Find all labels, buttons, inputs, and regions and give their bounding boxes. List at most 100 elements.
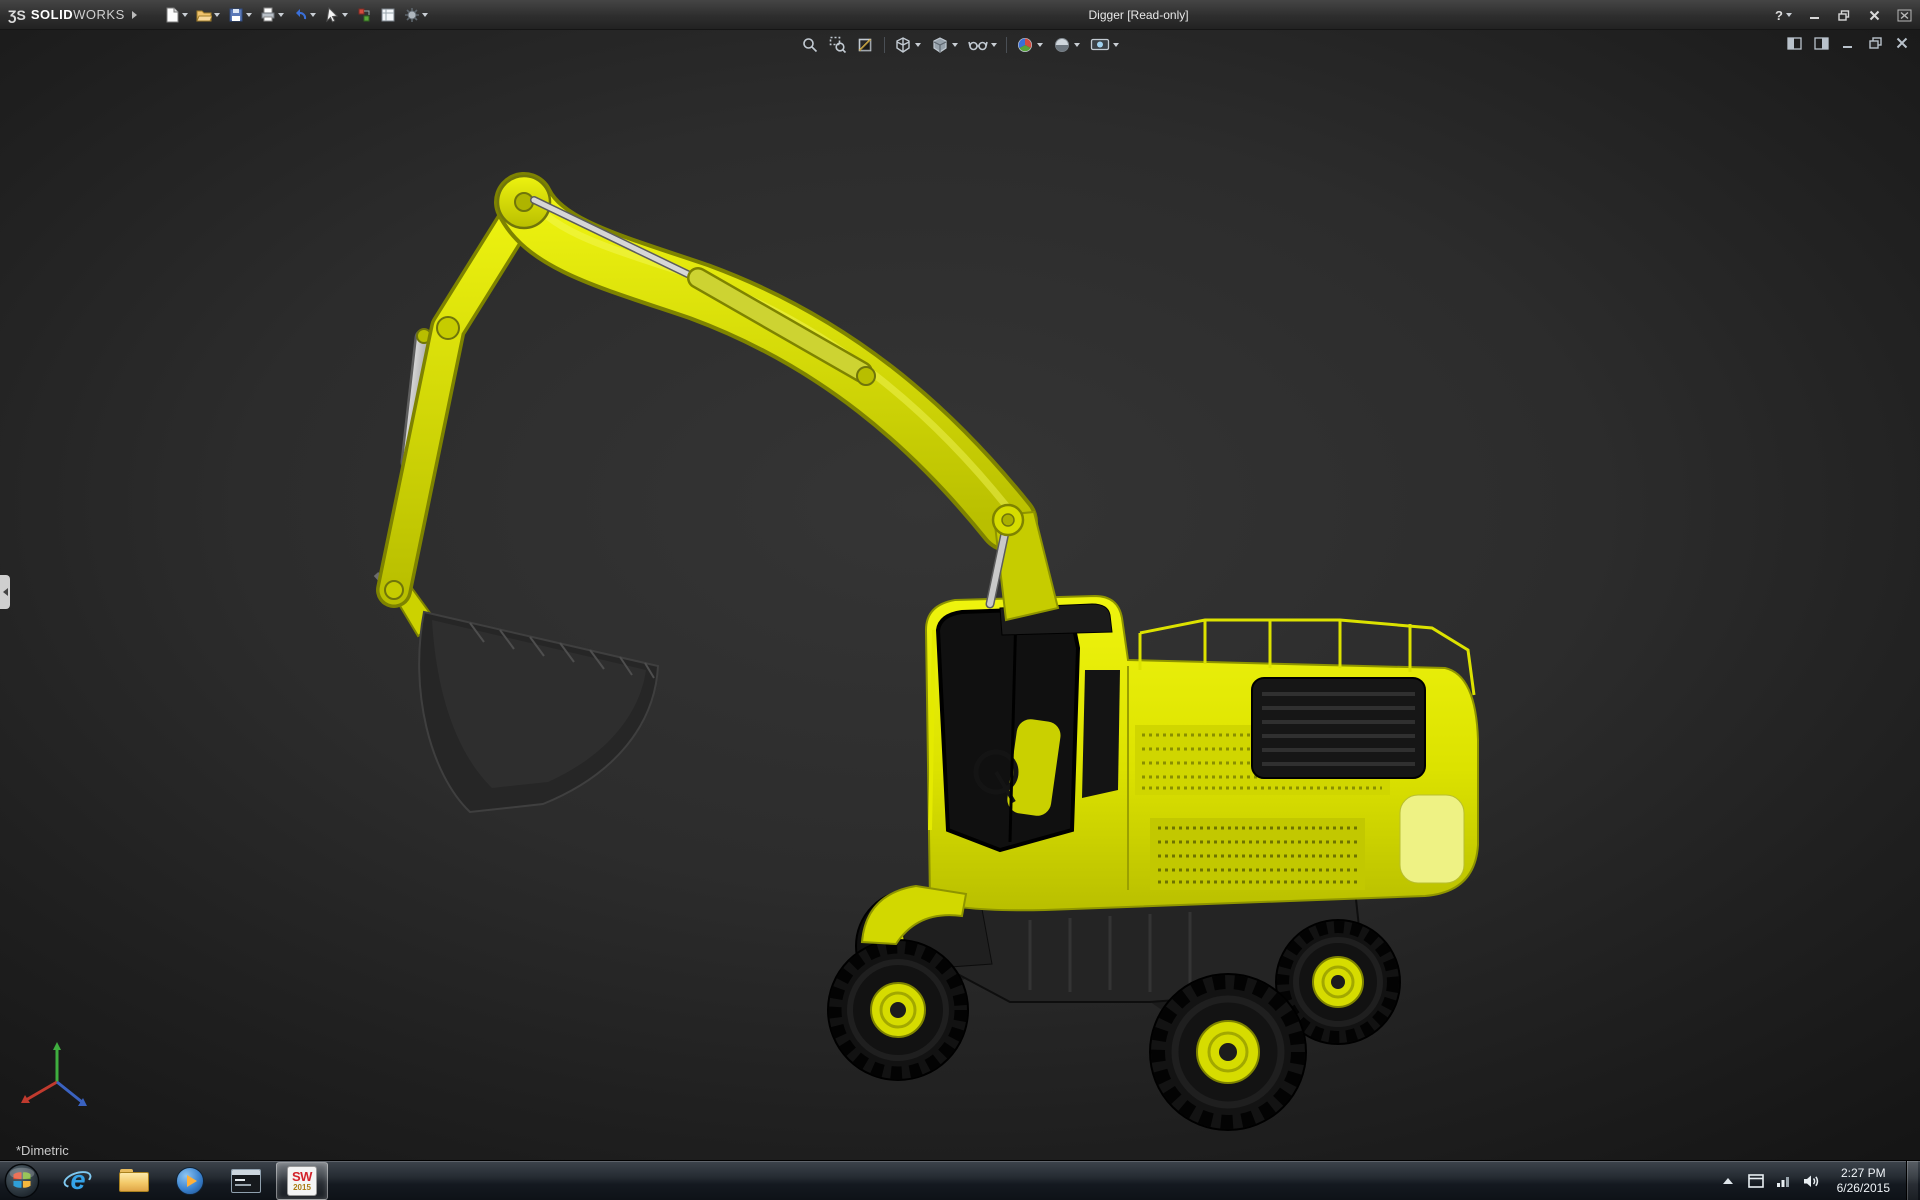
- brand-bold: SOLID: [31, 7, 73, 22]
- excavator-model[interactable]: [0, 30, 1920, 1160]
- dropdown-caret[interactable]: [915, 43, 921, 47]
- display-style-icon: [931, 36, 949, 54]
- dropdown-caret[interactable]: [214, 13, 220, 17]
- help-button[interactable]: ?: [1771, 6, 1796, 25]
- chevron-up-icon: [1723, 1178, 1733, 1184]
- view-settings-button[interactable]: [1087, 34, 1122, 56]
- dropdown-caret[interactable]: [342, 13, 348, 17]
- select-button[interactable]: [321, 5, 351, 25]
- engine-vent: [1252, 678, 1425, 778]
- clock-date: 6/26/2015: [1837, 1181, 1890, 1196]
- menu-expand-icon[interactable]: [132, 11, 137, 19]
- viewport-3d[interactable]: *Dimetric: [0, 30, 1920, 1160]
- document-close-button[interactable]: [1892, 35, 1912, 51]
- undo-button[interactable]: [289, 5, 319, 25]
- boom-arm[interactable]: [498, 176, 1008, 522]
- zoom-to-fit-button[interactable]: [798, 34, 822, 56]
- new-document-icon: [164, 7, 180, 23]
- show-desktop-button[interactable]: [1906, 1161, 1918, 1200]
- taskbar-internet-explorer[interactable]: e: [52, 1162, 104, 1200]
- close-app-button[interactable]: [1892, 6, 1916, 24]
- minimize-button[interactable]: [1802, 6, 1826, 24]
- windows-start-icon: [3, 1162, 41, 1200]
- cab-side-window: [1082, 670, 1120, 798]
- pane-right-button[interactable]: [1811, 35, 1831, 51]
- solidworks-app-icon: SW 2015: [287, 1166, 317, 1196]
- dropdown-caret[interactable]: [1113, 43, 1119, 47]
- main-toolbar: [161, 5, 431, 25]
- taskbar-clock[interactable]: 2:27 PM 6/26/2015: [1831, 1166, 1896, 1196]
- close-box-icon: [1897, 9, 1912, 22]
- bucket[interactable]: [419, 612, 658, 812]
- rebuild-button[interactable]: [353, 5, 375, 25]
- clock-time: 2:27 PM: [1837, 1166, 1890, 1181]
- dropdown-caret[interactable]: [182, 13, 188, 17]
- document-minimize-button[interactable]: [1838, 35, 1858, 51]
- dropdown-caret[interactable]: [1074, 43, 1080, 47]
- taskbar-command-window[interactable]: [220, 1162, 272, 1200]
- solidworks-logo[interactable]: ƷS SOLIDWORKS: [0, 0, 147, 29]
- undo-icon: [292, 7, 308, 23]
- volume-button[interactable]: [1803, 1172, 1821, 1190]
- print-button[interactable]: [257, 5, 287, 25]
- titlebar-controls: ?: [1771, 0, 1916, 30]
- stick-arm[interactable]: [385, 206, 524, 599]
- tray-expand-button[interactable]: [1719, 1172, 1737, 1190]
- zoom-to-area-button[interactable]: [826, 34, 850, 56]
- close-button[interactable]: [1862, 6, 1886, 24]
- options-gear-icon: [404, 7, 420, 23]
- view-cube-icon: [894, 36, 912, 54]
- zoom-to-fit-icon: [801, 36, 819, 54]
- dropdown-caret[interactable]: [1037, 43, 1043, 47]
- section-view-icon: [857, 36, 875, 54]
- dropdown-caret[interactable]: [1786, 13, 1792, 17]
- help-icon: ?: [1775, 8, 1783, 23]
- start-button[interactable]: [0, 1161, 44, 1200]
- wheel-front-right[interactable]: [1150, 974, 1306, 1130]
- network-button[interactable]: [1775, 1172, 1793, 1190]
- file-properties-icon: [380, 7, 396, 23]
- taskbar-media-player[interactable]: [164, 1162, 216, 1200]
- print-icon: [260, 7, 276, 23]
- scene-sphere-icon: [1053, 36, 1071, 54]
- orientation-triad: [12, 1040, 104, 1124]
- toolbar-separator: [884, 37, 885, 53]
- dropdown-caret[interactable]: [952, 43, 958, 47]
- minimize-icon: [1842, 38, 1854, 49]
- save-icon: [228, 7, 244, 23]
- restore-button[interactable]: [1832, 6, 1856, 24]
- featuremanager-collapsed-tab[interactable]: [0, 575, 10, 609]
- taskbar-file-explorer[interactable]: [108, 1162, 160, 1200]
- headsup-toolbar: [798, 34, 1122, 56]
- display-style-button[interactable]: [928, 34, 961, 56]
- edit-appearance-button[interactable]: [1013, 34, 1046, 56]
- new-document-button[interactable]: [161, 5, 191, 25]
- view-orientation-button[interactable]: [891, 34, 924, 56]
- dropdown-caret[interactable]: [310, 13, 316, 17]
- network-icon: [1776, 1174, 1792, 1188]
- open-button[interactable]: [193, 5, 223, 25]
- hide-show-items-button[interactable]: [965, 34, 1000, 56]
- dropdown-caret[interactable]: [278, 13, 284, 17]
- close-icon: [1869, 10, 1880, 21]
- dropdown-caret[interactable]: [991, 43, 997, 47]
- internet-explorer-icon: e: [63, 1166, 93, 1196]
- file-properties-button[interactable]: [377, 5, 399, 25]
- section-view-button[interactable]: [854, 34, 878, 56]
- dropdown-caret[interactable]: [422, 13, 428, 17]
- apply-scene-button[interactable]: [1050, 34, 1083, 56]
- wheel-front-left[interactable]: [828, 940, 968, 1080]
- system-tray: 2:27 PM 6/26/2015: [1719, 1161, 1920, 1200]
- pane-left-button[interactable]: [1784, 35, 1804, 51]
- solidworks-window: ƷS SOLIDWORKS: [0, 0, 1920, 1200]
- zoom-to-area-icon: [829, 36, 847, 54]
- options-button[interactable]: [401, 5, 431, 25]
- boom-cylinder[interactable]: [534, 200, 875, 385]
- restore-icon: [1869, 37, 1882, 49]
- tray-app-button[interactable]: [1747, 1172, 1765, 1190]
- save-button[interactable]: [225, 5, 255, 25]
- document-restore-button[interactable]: [1865, 35, 1885, 51]
- taskbar-solidworks[interactable]: SW 2015: [276, 1162, 328, 1200]
- chevron-left-icon: [3, 588, 8, 596]
- dropdown-caret[interactable]: [246, 13, 252, 17]
